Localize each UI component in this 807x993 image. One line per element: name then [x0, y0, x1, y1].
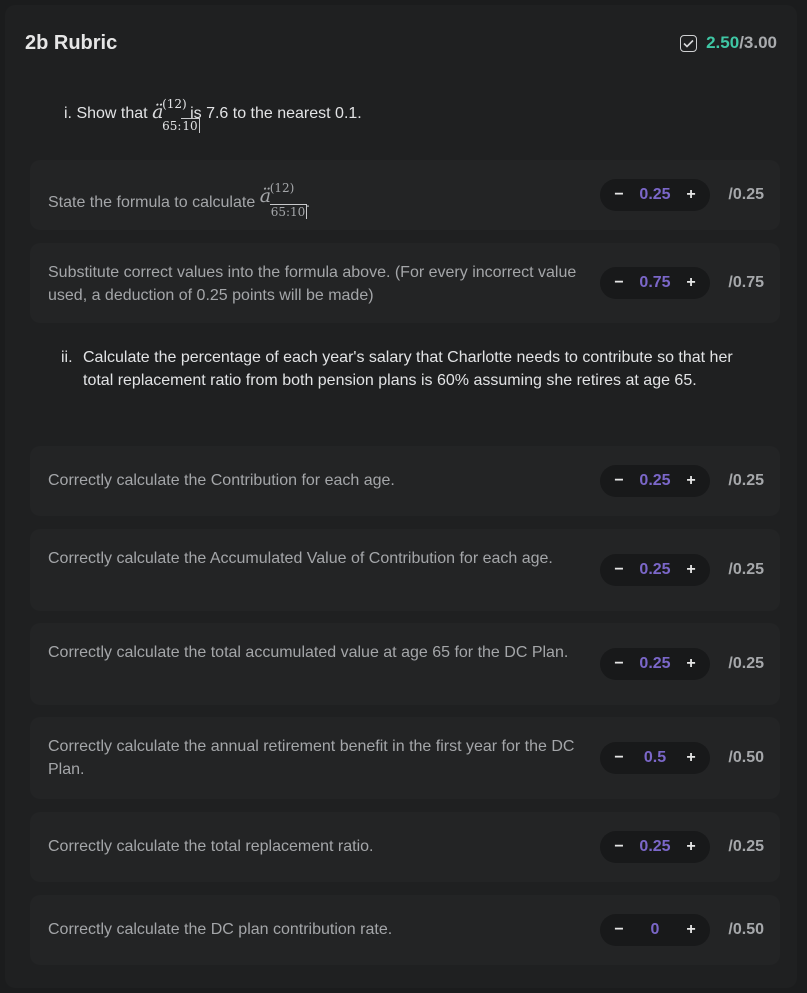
annuity-symbol: ä (12) 65:10: [259, 181, 308, 219]
rubric-item: Correctly calculate the Contribution for…: [30, 446, 780, 516]
rubric-item: Correctly calculate the DC plan contribu…: [30, 895, 780, 965]
score-stepper: − 0.25 +: [600, 831, 710, 863]
increment-button[interactable]: +: [682, 838, 700, 856]
rubric-item-label: Correctly calculate the Contribution for…: [48, 472, 395, 489]
score-stepper: − 0.25 +: [600, 179, 710, 211]
rubric-item: Correctly calculate the total replacemen…: [30, 812, 780, 882]
decrement-button[interactable]: −: [610, 921, 628, 939]
rubric-item: Substitute correct values into the formu…: [30, 243, 780, 323]
max-score: /0.50: [728, 749, 764, 766]
score-stepper: − 0 +: [600, 914, 710, 946]
question-text: Calculate the percentage of each year's …: [83, 349, 733, 389]
decrement-button[interactable]: −: [610, 561, 628, 579]
decrement-button[interactable]: −: [610, 838, 628, 856]
score-value[interactable]: 0.25: [639, 472, 670, 490]
rubric-item: Correctly calculate the annual retiremen…: [30, 717, 780, 799]
score-stepper: − 0.25 +: [600, 648, 710, 680]
rubric-item: State the formula to calculate ä (12) 65…: [30, 160, 780, 230]
max-score: /0.50: [728, 921, 764, 938]
rubric-item-label: Substitute correct values into the formu…: [48, 264, 577, 304]
rubric-header: 2b Rubric 2.50/3.00: [25, 27, 777, 59]
annuity-symbol: ä (12) 65:10: [152, 97, 200, 133]
rubric-score: 2.50/3.00: [680, 33, 777, 53]
max-score: /0.25: [728, 561, 764, 578]
increment-button[interactable]: +: [682, 274, 700, 292]
decrement-button[interactable]: −: [610, 749, 628, 767]
rubric-item: Correctly calculate the Accumulated Valu…: [30, 529, 780, 611]
question-number: ii.: [61, 349, 73, 366]
increment-button[interactable]: +: [682, 472, 700, 490]
score-stepper: − 0.75 +: [600, 267, 710, 299]
score-value[interactable]: 0: [651, 921, 660, 939]
increment-button[interactable]: +: [682, 561, 700, 579]
score-value[interactable]: 0.75: [639, 274, 670, 292]
rubric-item-label: Correctly calculate the Accumulated Valu…: [48, 550, 553, 567]
score-value[interactable]: 0.25: [639, 561, 670, 579]
decrement-button[interactable]: −: [610, 186, 628, 204]
max-score: /0.25: [728, 186, 764, 203]
score-total: /3.00: [739, 33, 777, 52]
decrement-button[interactable]: −: [610, 655, 628, 673]
rubric-item-label: Correctly calculate the annual retiremen…: [48, 738, 575, 778]
question-text-tail: is 7.6 to the nearest 0.1.: [190, 104, 362, 122]
increment-button[interactable]: +: [682, 655, 700, 673]
score-value[interactable]: 0.5: [644, 749, 666, 767]
checkbox-checked-icon: [680, 34, 698, 52]
score-value[interactable]: 0.25: [639, 838, 670, 856]
rubric-item-label: State the formula to calculate ä (12) 65…: [48, 181, 311, 219]
increment-button[interactable]: +: [682, 186, 700, 204]
question-text: Show that: [76, 104, 148, 122]
rubric-item-label: Correctly calculate the total accumulate…: [48, 644, 569, 661]
rubric-item: Correctly calculate the total accumulate…: [30, 623, 780, 705]
question-number: i.: [64, 104, 72, 122]
rubric-item-label: Correctly calculate the total replacemen…: [48, 838, 374, 855]
score-stepper: − 0.5 +: [600, 742, 710, 774]
max-score: /0.25: [728, 472, 764, 489]
rubric-title: 2b Rubric: [25, 31, 118, 54]
score-earned: 2.50: [706, 33, 740, 52]
score-stepper: − 0.25 +: [600, 554, 710, 586]
score-value[interactable]: 0.25: [639, 186, 670, 204]
question-i: i. Show that ä (12) 65:10 is 7.6 to the …: [64, 93, 362, 133]
question-ii: ii. Calculate the percentage of each yea…: [61, 346, 761, 392]
decrement-button[interactable]: −: [610, 472, 628, 490]
max-score: /0.25: [728, 655, 764, 672]
increment-button[interactable]: +: [682, 921, 700, 939]
decrement-button[interactable]: −: [610, 274, 628, 292]
rubric-item-label: Correctly calculate the DC plan contribu…: [48, 921, 393, 938]
max-score: /0.25: [728, 838, 764, 855]
score-stepper: − 0.25 +: [600, 465, 710, 497]
rubric-panel: 2b Rubric 2.50/3.00 i. Show that ä (12) …: [5, 5, 797, 988]
increment-button[interactable]: +: [682, 749, 700, 767]
max-score: /0.75: [728, 274, 764, 291]
score-value[interactable]: 0.25: [639, 655, 670, 673]
